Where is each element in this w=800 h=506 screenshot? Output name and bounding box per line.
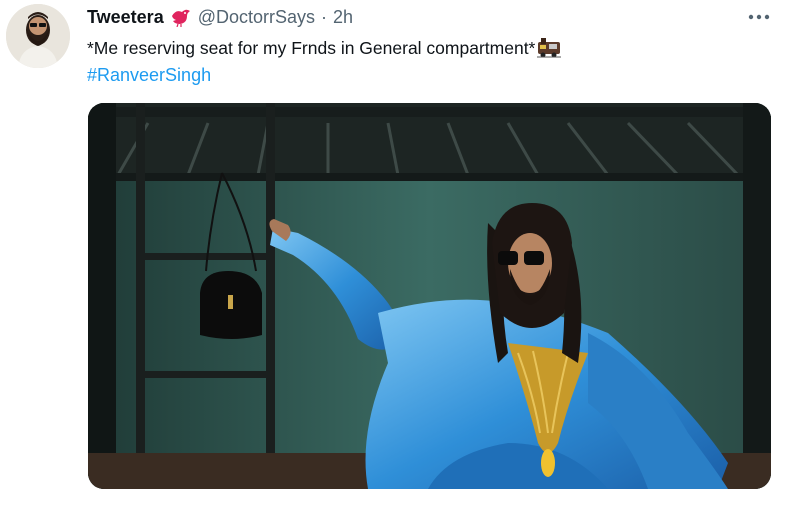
user-handle[interactable]: @DoctorrSays (198, 6, 315, 28)
avatar[interactable] (6, 4, 70, 68)
tweet-header: Tweetera @DoctorrSays · 2h (87, 6, 353, 28)
separator-dot: · (321, 7, 328, 27)
more-icon (748, 14, 770, 20)
display-name[interactable]: Tweetera (87, 6, 164, 28)
train-icon (537, 36, 562, 58)
tweet-photo (88, 103, 771, 489)
hashtag-link[interactable]: #RanveerSingh (87, 64, 211, 86)
more-options-button[interactable] (744, 4, 774, 30)
tweet-text: *Me reserving seat for my Frnds in Gener… (87, 36, 562, 59)
timestamp[interactable]: 2h (333, 6, 353, 28)
tweet-body: *Me reserving seat for my Frnds in Gener… (87, 38, 536, 58)
avatar-image (6, 4, 70, 68)
red-bird-icon (170, 7, 192, 28)
tweet-media[interactable] (88, 103, 771, 489)
tweet: Tweetera @DoctorrSays · 2h *Me reserving… (0, 0, 800, 506)
